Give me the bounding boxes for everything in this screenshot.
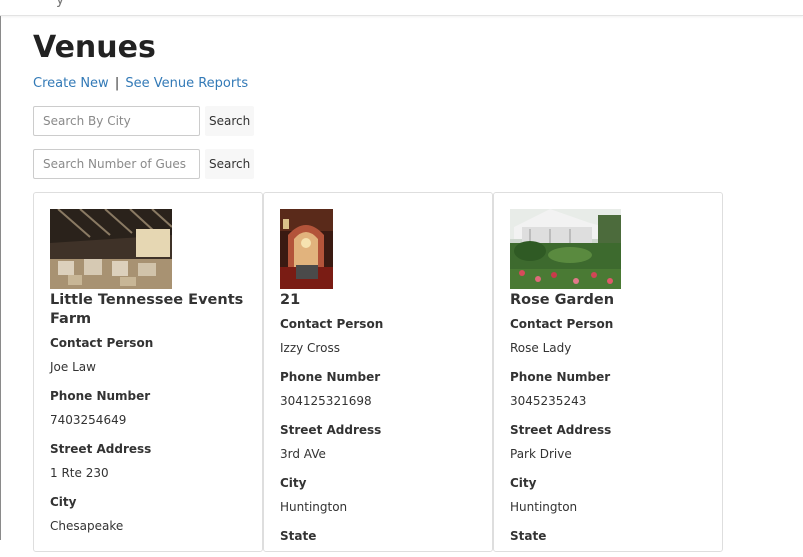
field-label: State (280, 529, 317, 543)
venue-field-phone: Phone Number 304125321698 (280, 369, 480, 409)
venue-field-phone: Phone Number 3045235243 (510, 369, 710, 409)
field-label: Street Address (510, 423, 612, 437)
venue-field-phone: Phone Number 7403254649 (50, 388, 250, 428)
field-value: Park Drive (510, 447, 572, 461)
field-value: 7403254649 (50, 413, 127, 427)
venue-card: Little Tennessee Events Farm Contact Per… (33, 192, 263, 552)
venue-name: 21 (280, 292, 301, 308)
venue-card: 21 Contact Person Izzy Cross Phone Numbe… (263, 192, 493, 552)
venue-field-street: Street Address 1 Rte 230 (50, 441, 250, 481)
top-navbar: y (0, 0, 803, 16)
venue-photo[interactable] (510, 209, 621, 289)
venue-name: Little Tennessee Events Farm (50, 292, 244, 327)
field-value: Joe Law (50, 360, 96, 374)
field-label: Contact Person (50, 336, 154, 350)
field-value: 304125321698 (280, 394, 372, 408)
venue-field-contact: Contact Person Rose Lady (510, 316, 710, 356)
field-label: Phone Number (50, 389, 151, 403)
field-label: Contact Person (510, 317, 614, 331)
field-value: 1 Rte 230 (50, 466, 109, 480)
field-value: 3rd AVe (280, 447, 326, 461)
field-label: Phone Number (280, 370, 381, 384)
field-value: Huntington (510, 500, 578, 514)
guests-search-button[interactable]: Search (205, 149, 255, 179)
link-separator: | (114, 76, 120, 91)
field-label: Street Address (50, 442, 152, 456)
page-title: Venues (33, 30, 156, 65)
venue-field-street: Street Address Park Drive (510, 422, 710, 462)
see-venue-reports-link[interactable]: See Venue Reports (125, 76, 248, 91)
create-new-link[interactable]: Create New (33, 76, 109, 91)
field-label: Street Address (280, 423, 382, 437)
field-value: Huntington (280, 500, 348, 514)
field-label: City (510, 476, 537, 490)
field-label: City (50, 495, 77, 509)
guests-search-input[interactable] (33, 149, 200, 179)
city-search-button[interactable]: Search (205, 106, 255, 136)
field-value: Chesapeake (50, 519, 124, 533)
venue-photo[interactable] (280, 209, 333, 289)
field-label: State (510, 529, 547, 543)
field-label: City (280, 476, 307, 490)
venue-details: Little Tennessee Events Farm Contact Per… (50, 291, 250, 547)
field-value: 3045235243 (510, 394, 587, 408)
page-links: Create New | See Venue Reports (33, 76, 248, 91)
venue-field-contact: Contact Person Joe Law (50, 335, 250, 375)
venue-field-state: State (510, 528, 710, 544)
venue-field-contact: Contact Person Izzy Cross (280, 316, 480, 356)
venue-field-city: City Huntington (280, 475, 480, 515)
venue-card: Rose Garden Contact Person Rose Lady Pho… (493, 192, 723, 552)
navbar-brand[interactable]: y (56, 0, 64, 8)
venue-cards: Little Tennessee Events Farm Contact Per… (33, 192, 725, 552)
venue-field-city: City Huntington (510, 475, 710, 515)
field-value: Rose Lady (510, 341, 572, 355)
venue-name: Rose Garden (510, 292, 615, 308)
venue-field-street: Street Address 3rd AVe (280, 422, 480, 462)
venue-photo[interactable] (50, 209, 172, 289)
venue-field-state: State (280, 528, 480, 544)
field-value: Izzy Cross (280, 341, 340, 355)
city-search-input[interactable] (33, 106, 200, 136)
venue-field-city: City Chesapeake (50, 494, 250, 534)
field-label: Contact Person (280, 317, 384, 331)
venue-details: Rose Garden Contact Person Rose Lady Pho… (510, 291, 710, 557)
field-label: Phone Number (510, 370, 611, 384)
window-left-edge (0, 16, 1, 540)
venue-details: 21 Contact Person Izzy Cross Phone Numbe… (280, 291, 480, 557)
